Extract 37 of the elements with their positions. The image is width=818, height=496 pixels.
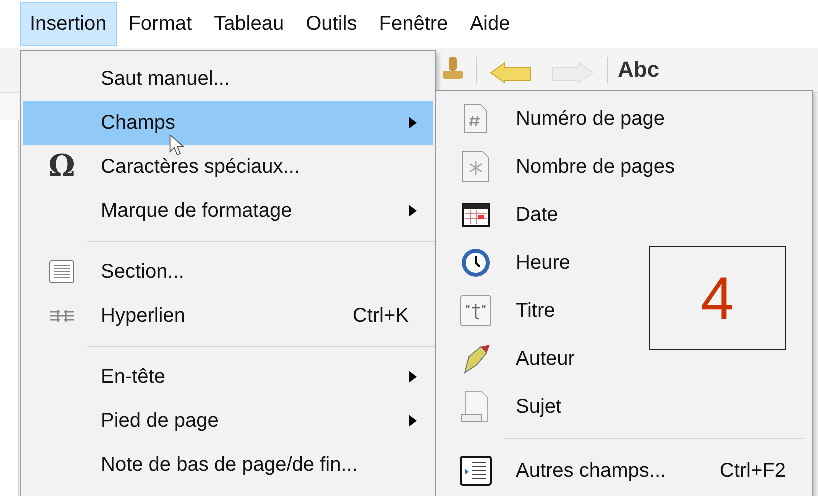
shortcut-label: Ctrl+K <box>352 304 409 328</box>
chain-link-icon <box>49 309 75 323</box>
shortcut-label: Ctrl+F2 <box>720 460 786 482</box>
menu-item[interactable]: Saut manuel... <box>23 57 433 101</box>
menu-item[interactable]: Auteur <box>436 335 585 383</box>
clock-icon <box>460 247 492 279</box>
menu-bar-item[interactable]: Aide <box>460 2 520 46</box>
document-icon <box>461 391 491 423</box>
mouse-pointer-icon <box>169 134 186 158</box>
menu-item[interactable]: Sujet <box>436 383 572 431</box>
field-list-icon <box>460 456 492 486</box>
menu-item[interactable]: Pied de page <box>23 399 433 443</box>
menu-bar-item[interactable]: Tableau <box>204 2 294 46</box>
title-field-icon <box>460 295 492 327</box>
omega-icon: Ω <box>48 151 76 183</box>
menu-item[interactable]: Heure <box>436 239 580 287</box>
page-count-icon <box>461 151 491 183</box>
menu-item[interactable]: En-tête <box>23 355 433 399</box>
section-icon <box>49 260 75 284</box>
menu-item[interactable]: Note de bas de page/de fin... <box>23 443 433 487</box>
menu-bar-item[interactable]: Format <box>118 2 202 46</box>
menu-item[interactable]: Autres champs... Ctrl+F2 <box>436 447 812 495</box>
menu-item[interactable]: Section... <box>23 250 433 294</box>
menu-item[interactable]: Nombre de pages <box>436 143 685 191</box>
menu-item[interactable]: Ω Caractères spéciaux... <box>23 145 433 189</box>
page-number-icon <box>463 104 489 134</box>
menu-bar-item[interactable]: Insertion <box>20 2 117 46</box>
menu-item[interactable]: Marque de formatage <box>23 189 433 233</box>
menu-bar-item[interactable]: Fenêtre <box>369 2 458 46</box>
menu-bar-item[interactable]: Outils <box>296 2 368 46</box>
menu-item[interactable]: Numéro de page <box>436 95 675 143</box>
menu-item[interactable]: Hyperlien Ctrl+K <box>23 294 433 338</box>
menu-item[interactable]: Date <box>436 191 568 239</box>
spelling-label[interactable]: Abc <box>618 57 660 83</box>
calendar-icon <box>462 203 490 227</box>
menu-item[interactable]: Titre <box>436 287 566 335</box>
step-number-callout: 4 <box>649 246 786 350</box>
